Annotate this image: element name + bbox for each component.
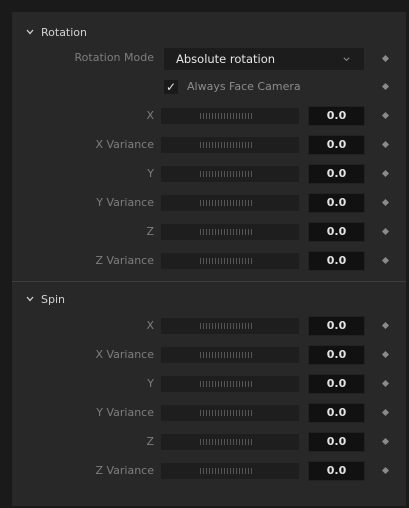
spin-z-variance-input[interactable]: 0.0 <box>308 461 365 481</box>
always-face-camera-checkbox[interactable]: ✓ <box>164 80 178 94</box>
slider-ticks <box>200 229 254 235</box>
keyframe-diamond-icon[interactable] <box>381 379 390 388</box>
spin-z-row: Z 0.0 <box>12 431 406 453</box>
keyframe-diamond-icon[interactable] <box>381 169 390 178</box>
spin-y-variance-input[interactable]: 0.0 <box>308 403 365 423</box>
spin-x-variance-slider[interactable] <box>161 347 299 363</box>
rotation-mode-dropdown[interactable]: Absolute rotation <box>164 48 364 70</box>
rotation-y-slider[interactable] <box>161 166 299 182</box>
spin-y-label: Y <box>147 377 154 390</box>
keyframe-diamond-icon[interactable] <box>381 437 390 446</box>
keyframe-diamond-icon[interactable] <box>381 321 390 330</box>
rotation-z-input[interactable]: 0.0 <box>308 222 365 242</box>
rotation-z-slider[interactable] <box>161 224 299 240</box>
spin-z-input[interactable]: 0.0 <box>308 432 365 452</box>
rotation-x-input[interactable]: 0.0 <box>308 106 365 126</box>
slider-ticks <box>200 468 254 474</box>
checkmark-icon: ✓ <box>165 80 177 94</box>
spin-x-variance-label: X Variance <box>95 348 154 361</box>
rotation-x-slider[interactable] <box>161 108 299 124</box>
rotation-y-variance-slider[interactable] <box>161 195 299 211</box>
spin-y-variance-slider[interactable] <box>161 405 299 421</box>
keyframe-diamond-icon[interactable] <box>381 82 390 91</box>
rotation-y-variance-input[interactable]: 0.0 <box>308 193 365 213</box>
rotation-y-label: Y <box>147 167 154 180</box>
rotation-z-variance-input[interactable]: 0.0 <box>308 251 365 271</box>
rotation-x-variance-label: X Variance <box>95 138 154 151</box>
slider-ticks <box>200 258 254 264</box>
rotation-z-variance-label: Z Variance <box>95 254 154 267</box>
keyframe-diamond-icon[interactable] <box>381 256 390 265</box>
spin-z-slider[interactable] <box>161 434 299 450</box>
rotation-y-variance-row: Y Variance 0.0 <box>12 192 406 214</box>
keyframe-diamond-icon[interactable] <box>381 408 390 417</box>
spin-y-slider[interactable] <box>161 376 299 392</box>
keyframe-diamond-icon[interactable] <box>381 466 390 475</box>
inspector-panel: Rotation Rotation Mode Absolute rotation… <box>12 12 406 506</box>
slider-ticks <box>200 171 254 177</box>
spin-x-variance-row: X Variance 0.0 <box>12 344 406 366</box>
slider-ticks <box>200 200 254 206</box>
spin-y-input[interactable]: 0.0 <box>308 374 365 394</box>
chevron-down-icon <box>26 29 34 35</box>
section-divider <box>12 281 406 282</box>
keyframe-diamond-icon[interactable] <box>381 350 390 359</box>
slider-ticks <box>200 113 254 119</box>
rotation-section-header[interactable]: Rotation <box>12 22 87 42</box>
rotation-x-variance-row: X Variance 0.0 <box>12 134 406 156</box>
keyframe-diamond-icon[interactable] <box>381 227 390 236</box>
keyframe-diamond-icon[interactable] <box>381 140 390 149</box>
spin-section-title: Spin <box>41 292 65 306</box>
rotation-y-variance-label: Y Variance <box>96 196 154 209</box>
rotation-x-variance-slider[interactable] <box>161 137 299 153</box>
slider-ticks <box>200 352 254 358</box>
slider-ticks <box>200 381 254 387</box>
always-face-camera-label: Always Face Camera <box>187 80 301 93</box>
spin-z-variance-row: Z Variance 0.0 <box>12 460 406 482</box>
spin-z-label: Z <box>146 435 154 448</box>
rotation-mode-row: Rotation Mode Absolute rotation <box>12 47 406 70</box>
slider-ticks <box>200 142 254 148</box>
spin-x-label: X <box>146 319 154 332</box>
rotation-z-variance-row: Z Variance 0.0 <box>12 250 406 272</box>
rotation-y-input[interactable]: 0.0 <box>308 164 365 184</box>
rotation-mode-value: Absolute rotation <box>176 52 276 66</box>
rotation-x-label: X <box>146 109 154 122</box>
rotation-x-row: X 0.0 <box>12 105 406 127</box>
chevron-down-icon <box>26 296 34 302</box>
spin-x-input[interactable]: 0.0 <box>308 316 365 336</box>
slider-ticks <box>200 323 254 329</box>
spin-y-row: Y 0.0 <box>12 373 406 395</box>
spin-y-variance-label: Y Variance <box>96 406 154 419</box>
spin-x-slider[interactable] <box>161 318 299 334</box>
keyframe-diamond-icon[interactable] <box>381 198 390 207</box>
spin-y-variance-row: Y Variance 0.0 <box>12 402 406 424</box>
rotation-z-variance-slider[interactable] <box>161 253 299 269</box>
spin-z-variance-slider[interactable] <box>161 463 299 479</box>
spin-x-row: X 0.0 <box>12 315 406 337</box>
rotation-z-label: Z <box>146 225 154 238</box>
slider-ticks <box>200 439 254 445</box>
rotation-x-variance-input[interactable]: 0.0 <box>308 135 365 155</box>
keyframe-diamond-icon[interactable] <box>381 54 390 63</box>
keyframe-diamond-icon[interactable] <box>381 111 390 120</box>
spin-z-variance-label: Z Variance <box>95 464 154 477</box>
always-face-camera-row: ✓ Always Face Camera <box>12 76 406 98</box>
slider-ticks <box>200 410 254 416</box>
rotation-z-row: Z 0.0 <box>12 221 406 243</box>
chevron-down-icon <box>343 57 350 62</box>
rotation-section-title: Rotation <box>41 25 88 39</box>
spin-section-header[interactable]: Spin <box>12 289 65 309</box>
rotation-y-row: Y 0.0 <box>12 163 406 185</box>
rotation-mode-label: Rotation Mode <box>74 51 154 64</box>
spin-x-variance-input[interactable]: 0.0 <box>308 345 365 365</box>
